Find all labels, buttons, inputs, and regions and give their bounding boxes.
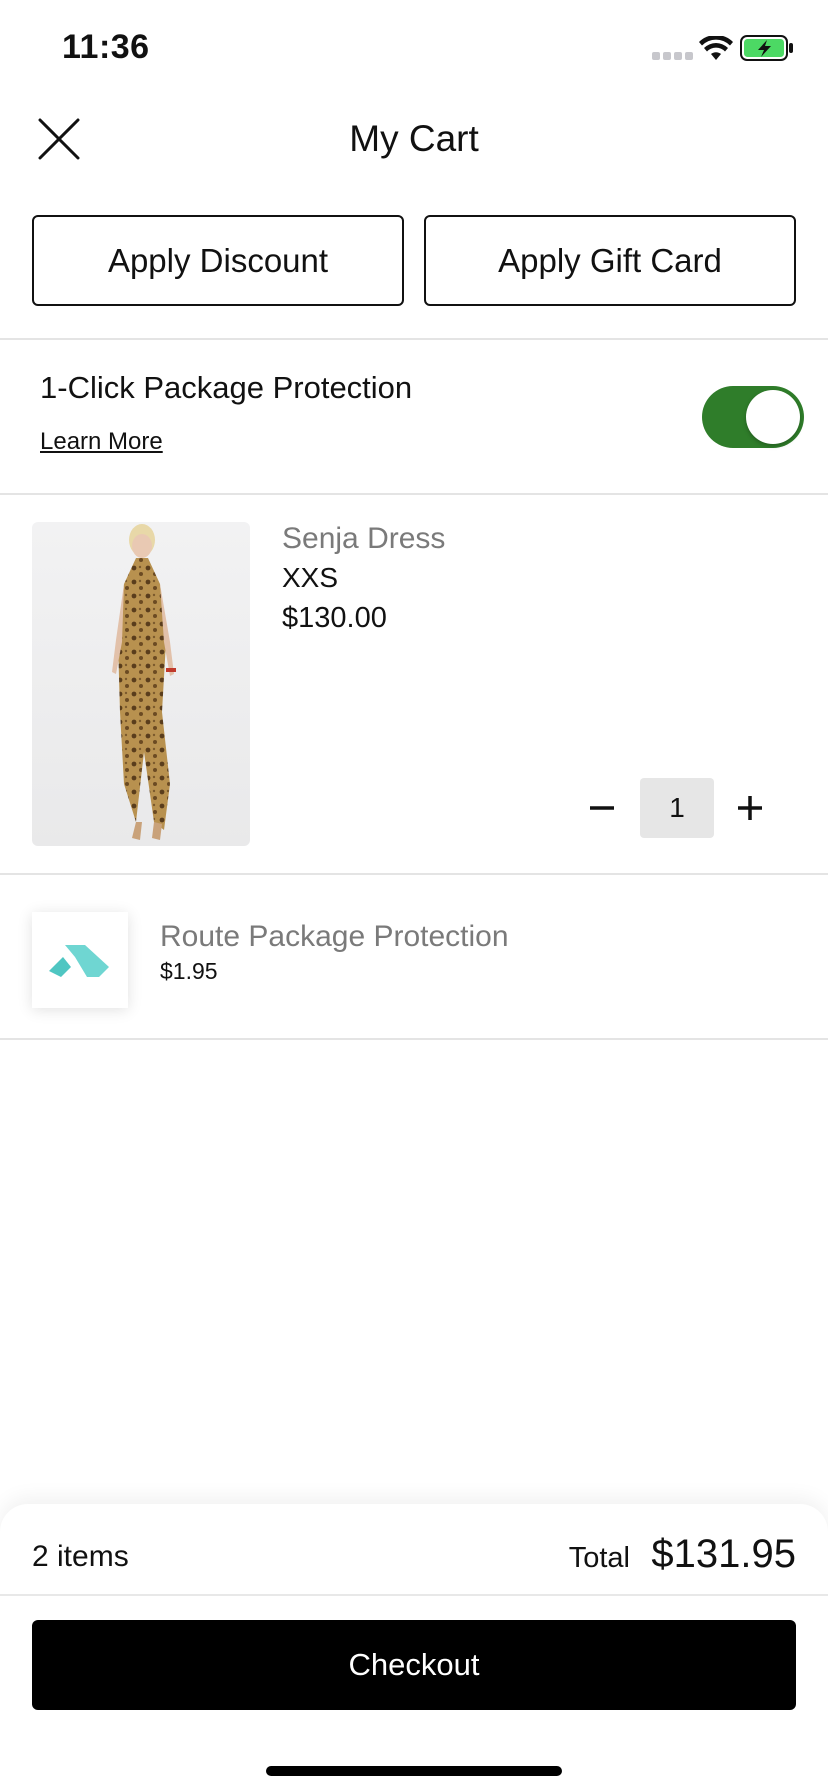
header: My Cart (0, 100, 828, 180)
plus-icon (738, 796, 762, 820)
item-count: 2 items (32, 1540, 129, 1573)
quantity-value: 1 (640, 778, 714, 838)
cart-actions: Apply Discount Apply Gift Card (32, 215, 796, 306)
product-image[interactable] (32, 522, 250, 846)
quantity-stepper: 1 (580, 778, 780, 838)
total-value: $131.95 (651, 1532, 796, 1576)
route-item-price: $1.95 (160, 958, 218, 984)
toggle-knob (746, 390, 800, 444)
apply-gift-card-button[interactable]: Apply Gift Card (424, 215, 796, 306)
divider (0, 873, 828, 875)
divider (0, 1038, 828, 1040)
route-logo (32, 912, 128, 1008)
apply-discount-button[interactable]: Apply Discount (32, 215, 404, 306)
status-bar: 11:36 (0, 0, 828, 100)
learn-more-link[interactable]: Learn More (40, 428, 163, 456)
package-protection-row: 1-Click Package Protection Learn More (0, 340, 828, 494)
divider (0, 493, 828, 495)
status-time: 11:36 (62, 28, 150, 66)
route-protection-item: Route Package Protection $1.95 (0, 876, 828, 1038)
product-price: $130.00 (282, 602, 387, 634)
battery-charging-icon (740, 35, 793, 61)
divider (0, 1594, 828, 1596)
dress-photo (112, 524, 176, 840)
package-protection-title: 1-Click Package Protection (40, 370, 413, 405)
total-label: Total (568, 1542, 630, 1574)
increase-quantity-button[interactable] (728, 778, 772, 838)
package-protection-toggle[interactable] (702, 386, 804, 448)
checkout-summary: 2 items Total $131.95 Checkout (0, 1504, 828, 1792)
cellular-signal-icon (652, 52, 693, 60)
minus-icon (590, 806, 614, 810)
cart-item: Senja Dress XXS $130.00 1 (0, 496, 828, 872)
checkout-button[interactable]: Checkout (32, 1620, 796, 1710)
home-indicator (266, 1766, 562, 1776)
page-title: My Cart (349, 118, 479, 159)
route-item-name: Route Package Protection (160, 920, 509, 953)
product-name[interactable]: Senja Dress (282, 522, 445, 556)
decrease-quantity-button[interactable] (580, 778, 624, 838)
wifi-icon (699, 36, 733, 60)
product-size: XXS (282, 562, 339, 593)
route-logo-icon (49, 945, 109, 977)
